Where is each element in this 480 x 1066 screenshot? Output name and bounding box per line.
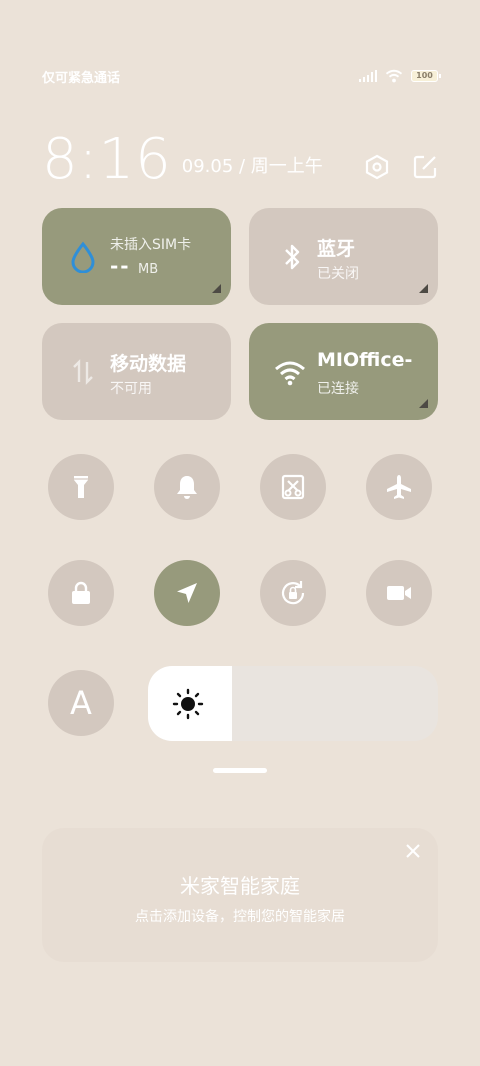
bluetooth-label: 蓝牙 [317, 238, 356, 260]
mobile-data-tile[interactable]: 移动数据 不可用 [42, 323, 231, 420]
video-camera-icon [387, 586, 411, 600]
location-toggle[interactable] [154, 560, 220, 626]
status-bar: 仅可紧急通话 100 [42, 66, 441, 86]
tile-expand-corner [419, 284, 428, 293]
wifi-tile[interactable]: MIOffice- 已连接 [249, 323, 438, 420]
data-usage-unit: MB [138, 262, 159, 277]
bluetooth-tile[interactable]: 蓝牙 已关闭 [249, 208, 438, 305]
mobile-data-status: 不可用 [110, 381, 152, 397]
rotation-lock-icon [281, 581, 305, 605]
lock-screen-toggle[interactable] [48, 560, 114, 626]
status-icons: 100 [359, 69, 441, 83]
brightness-slider[interactable] [148, 666, 438, 741]
rotation-lock-toggle[interactable] [260, 560, 326, 626]
flashlight-icon [74, 476, 88, 498]
wifi-network-name: MIOffice- [317, 349, 413, 371]
flashlight-toggle[interactable] [48, 454, 114, 520]
settings-icon[interactable] [364, 154, 390, 180]
airplane-mode-toggle[interactable] [366, 454, 432, 520]
top-actions [364, 154, 438, 180]
wifi-icon [275, 361, 305, 386]
mobile-data-icon [73, 359, 93, 385]
screenshot-icon [281, 474, 305, 500]
clock-row: 8:16 09.05 / 周一上午 [42, 120, 438, 190]
location-icon [177, 583, 197, 603]
clock: 8:16 [42, 127, 172, 192]
bell-icon [177, 476, 197, 499]
data-usage-value: -- [110, 254, 131, 278]
font-size-toggle[interactable]: A [48, 670, 114, 736]
tile-expand-corner [419, 399, 428, 408]
screenshot-toggle[interactable] [260, 454, 326, 520]
screen-record-toggle[interactable] [366, 560, 432, 626]
bluetooth-icon [285, 244, 300, 270]
font-a-icon: A [70, 684, 92, 722]
silent-toggle[interactable] [154, 454, 220, 520]
carrier-text: 仅可紧急通话 [42, 70, 121, 86]
battery-icon: 100 [411, 70, 441, 82]
date: 09.05 / 周一上午 [181, 156, 323, 177]
wifi-status-icon [385, 69, 403, 83]
wifi-status: 已连接 [317, 381, 359, 397]
sim-status-label: 未插入SIM卡 [110, 237, 192, 253]
close-icon[interactable] [404, 842, 422, 860]
lock-icon [72, 581, 90, 604]
bluetooth-status: 已关闭 [317, 266, 359, 282]
edit-icon[interactable] [412, 154, 438, 180]
tile-expand-corner [212, 284, 221, 293]
smart-home-subtitle: 点击添加设备，控制您的智能家居 [135, 909, 345, 925]
airplane-icon [387, 475, 411, 499]
mobile-data-label: 移动数据 [110, 353, 187, 375]
sun-icon [172, 688, 204, 720]
water-drop-icon [71, 241, 95, 273]
data-usage-tile[interactable]: 未插入SIM卡 -- MB [42, 208, 231, 305]
drag-handle[interactable] [213, 768, 267, 773]
smart-home-card[interactable]: 米家智能家庭 点击添加设备，控制您的智能家居 [42, 828, 438, 962]
signal-icon [359, 70, 377, 82]
smart-home-title: 米家智能家庭 [180, 874, 300, 898]
